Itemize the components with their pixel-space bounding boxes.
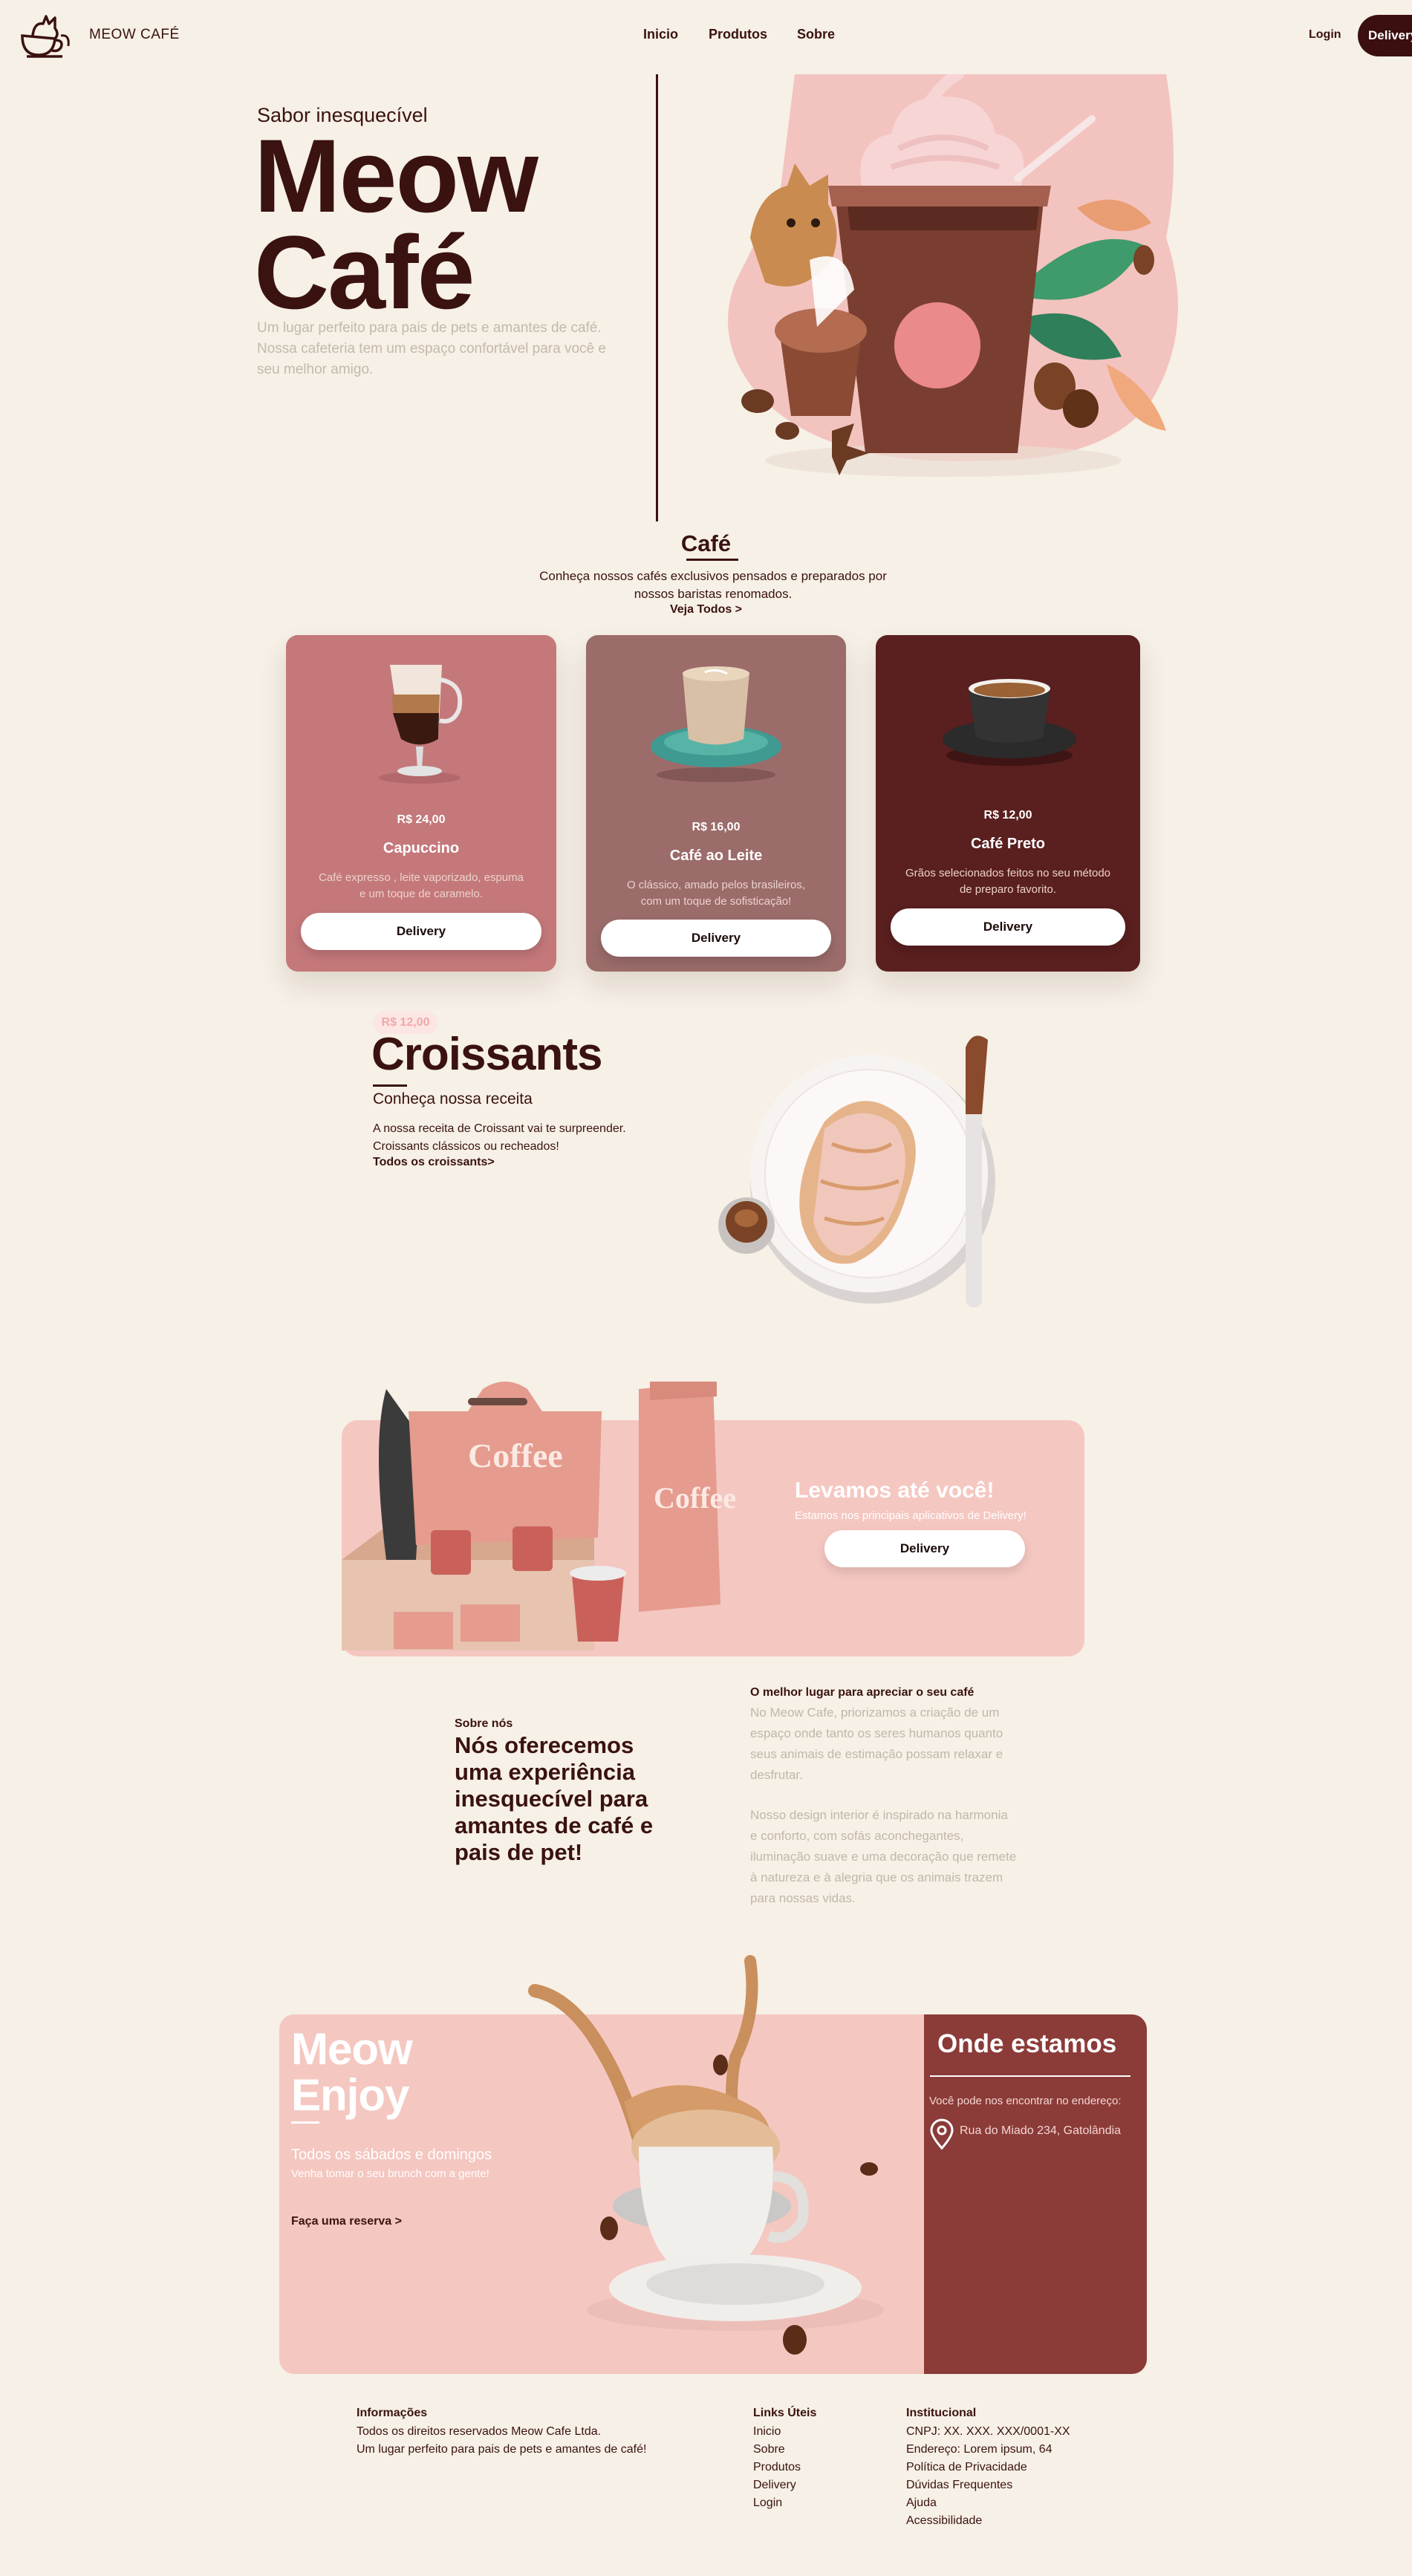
- location-address: Rua do Miado 234, Gatolândia: [960, 2124, 1122, 2137]
- location-intro: Você pode nos encontrar no endereço:: [929, 2095, 1122, 2107]
- footer-inst-title: Institucional: [906, 2407, 977, 2419]
- location-divider: [930, 2075, 1130, 2077]
- location-title: Onde estamos: [937, 2029, 1117, 2058]
- reservation-link[interactable]: Faça uma reserva >: [291, 2215, 402, 2228]
- nav-link-produtos[interactable]: Produtos: [709, 27, 767, 42]
- meow-enjoy-invite: Venha tomar o seu brunch com a gente!: [291, 2167, 489, 2180]
- delivery-nav-button[interactable]: Delivery: [1358, 15, 1412, 56]
- footer-link-inicio[interactable]: Inicio: [753, 2423, 781, 2441]
- cafe-section-title: Café: [680, 530, 732, 556]
- footer-link-login[interactable]: Login: [753, 2494, 782, 2512]
- hero-title: Meow Café: [254, 117, 539, 331]
- about-paragraph-1: No Meow Cafe, priorizamos a criação de u…: [750, 1705, 1003, 1782]
- hero-divider: [656, 74, 658, 521]
- croissants-title: Croissants: [371, 1029, 602, 1080]
- footer-link-sobre[interactable]: Sobre: [753, 2441, 785, 2459]
- nav-link-sobre[interactable]: Sobre: [797, 27, 835, 42]
- product-card-cafe-preto[interactable]: R$ 12,00 Café Preto Grãos selecionados f…: [876, 635, 1140, 972]
- product-name: Capuccino: [383, 840, 460, 856]
- footer-link-accessibility[interactable]: Acessibilidade: [906, 2512, 982, 2530]
- black-coffee-cup-image: [943, 679, 1076, 766]
- footer-link-produtos[interactable]: Produtos: [753, 2459, 801, 2476]
- product-description: Café expresso , leite vaporizado, espuma…: [319, 871, 524, 900]
- meow-enjoy-underline: [291, 2121, 319, 2124]
- footer-link-faq[interactable]: Dúvidas Frequentes: [906, 2476, 1012, 2494]
- coffee-packaging-image: Coffee Coffee: [342, 1382, 736, 1650]
- footer-link-help[interactable]: Ajuda: [906, 2494, 937, 2512]
- footer-info-line: Um lugar perfeito para pais de pets e am…: [357, 2443, 647, 2456]
- about-kicker: Sobre nós: [455, 1717, 513, 1730]
- footer-links-title: Links Úteis: [753, 2407, 817, 2419]
- nav-link-inicio[interactable]: Inicio: [643, 27, 678, 42]
- footer-link-privacy[interactable]: Política de Privacidade: [906, 2459, 1027, 2476]
- croissant-plate-image: [718, 1035, 995, 1307]
- packaging-label: Coffee: [654, 1481, 736, 1515]
- product-price: R$ 16,00: [692, 821, 741, 833]
- all-croissants-link[interactable]: Todos os croissants>: [373, 1156, 495, 1169]
- delivery-banner-button[interactable]: Delivery: [824, 1530, 1025, 1567]
- delivery-banner-subtitle: Estamos nos principais aplicativos de De…: [795, 1509, 1027, 1522]
- product-description: Grãos selecionados feitos no seu método …: [905, 867, 1110, 896]
- about-paragraph-2: Nosso design interior é inspirado na har…: [750, 1808, 1017, 1905]
- capuccino-glass-image: [379, 665, 463, 784]
- frappe-cat-illustration: [728, 74, 1178, 477]
- latte-cup-image: [651, 666, 781, 782]
- see-all-link[interactable]: Veja Todos >: [0, 603, 1412, 617]
- meow-enjoy-title-line2: Enjoy: [291, 2070, 409, 2120]
- croissants-subtitle: Conheça nossa receita: [373, 1090, 533, 1108]
- footer-info-title: Informações: [357, 2407, 428, 2419]
- about-right-heading: O melhor lugar para apreciar o seu café: [750, 1686, 975, 1699]
- delivery-banner-title: Levamos até você!: [795, 1478, 995, 1503]
- hero-title-line2: Café: [254, 214, 475, 331]
- meow-enjoy-schedule: Todos os sábados e domingos: [291, 2147, 492, 2163]
- product-price: R$ 24,00: [397, 813, 446, 826]
- footer-link-delivery[interactable]: Delivery: [753, 2476, 796, 2494]
- login-link[interactable]: Login: [1309, 28, 1341, 42]
- hero-description: Um lugar perfeito para pais de pets e am…: [257, 320, 606, 377]
- hero-title-line1: Meow: [254, 117, 539, 234]
- footer-cnpj: CNPJ: XX. XXX. XXX/0001-XX: [906, 2425, 1070, 2438]
- cafe-section-description: Conheça nossos cafés exclusivos pensados…: [539, 569, 887, 601]
- product-card-cafe-ao-leite[interactable]: R$ 16,00 Café ao Leite O clássico, amado…: [586, 635, 846, 972]
- coffee-splash-image: [528, 1955, 884, 2355]
- about-title: Nós oferecemos uma experiência inesquecí…: [455, 1732, 654, 1865]
- product-card-capuccino[interactable]: R$ 24,00 Capuccino Café expresso , leite…: [286, 635, 556, 972]
- cafe-title-underline: [686, 559, 738, 561]
- location-panel: [924, 2014, 1147, 2374]
- croissants-underline: [373, 1084, 407, 1087]
- footer-address: Endereço: Lorem ipsum, 64: [906, 2443, 1053, 2456]
- meow-enjoy-title-line1: Meow: [291, 2024, 413, 2074]
- product-price: R$ 12,00: [983, 809, 1032, 822]
- delivery-button[interactable]: Delivery: [601, 920, 831, 957]
- product-name: Café ao Leite: [669, 848, 763, 864]
- product-name: Café Preto: [970, 836, 1046, 852]
- footer-info-line: Todos os direitos reservados Meow Cafe L…: [357, 2425, 602, 2438]
- cat-cup-logo-icon[interactable]: [16, 13, 74, 61]
- croissants-description: A nossa receita de Croissant vai te surp…: [373, 1122, 626, 1153]
- delivery-button[interactable]: Delivery: [891, 908, 1125, 946]
- meow-enjoy-title: Meow Enjoy: [291, 2024, 413, 2120]
- product-description: O clássico, amado pelos brasileiros, com…: [626, 879, 806, 908]
- packaging-label: Coffee: [468, 1437, 563, 1474]
- delivery-button[interactable]: Delivery: [301, 913, 541, 950]
- brand-name[interactable]: MEOW CAFÉ: [89, 27, 180, 43]
- map-pin-icon: [930, 2118, 954, 2150]
